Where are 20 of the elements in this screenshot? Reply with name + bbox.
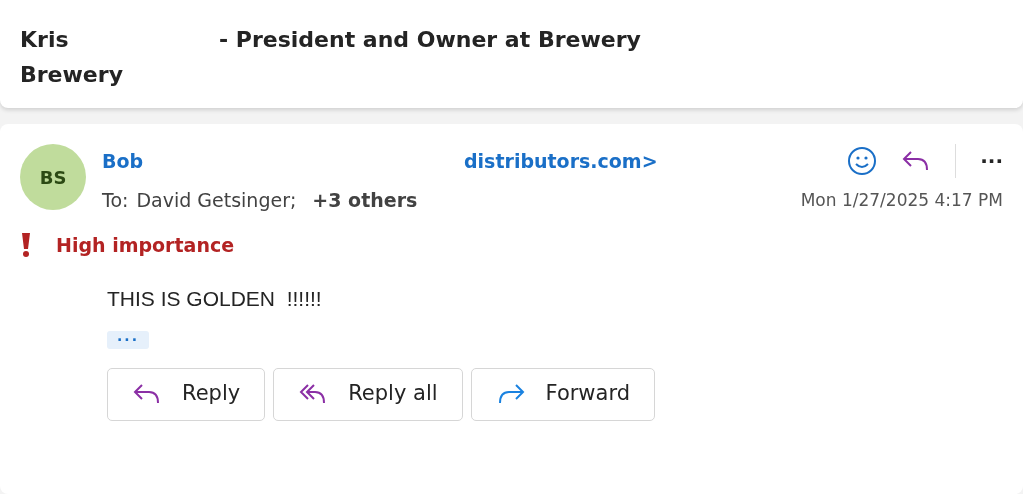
recipient[interactable]: David Getsinger;	[136, 186, 297, 215]
reply-icon	[132, 382, 162, 406]
emoji-button[interactable]	[847, 146, 878, 176]
sender-name[interactable]: Bob	[102, 146, 464, 176]
reply-button[interactable]: Reply	[107, 367, 266, 421]
smiley-icon	[847, 146, 878, 176]
more-button[interactable]: ···	[980, 146, 1003, 176]
forward-button[interactable]: Forward	[470, 367, 655, 421]
message-date: Mon 1/27/2025 4:17 PM	[800, 188, 1003, 212]
sender-email[interactable]: distributors.com>	[464, 146, 658, 176]
avatar: BS	[20, 144, 86, 210]
message-body: THIS IS GOLDEN !!!!!!	[107, 287, 322, 310]
expand-button[interactable]: ···	[107, 330, 149, 349]
to-label: To:	[102, 188, 129, 213]
reply-all-button[interactable]: Reply all	[273, 367, 463, 421]
contact-name: Brewery	[20, 62, 123, 87]
others-link[interactable]: +3 others	[312, 186, 418, 215]
contact-title: - President and Owner at Brewery	[219, 26, 641, 54]
contact-name: Kris	[20, 26, 70, 54]
importance-label: High importance	[56, 232, 235, 258]
